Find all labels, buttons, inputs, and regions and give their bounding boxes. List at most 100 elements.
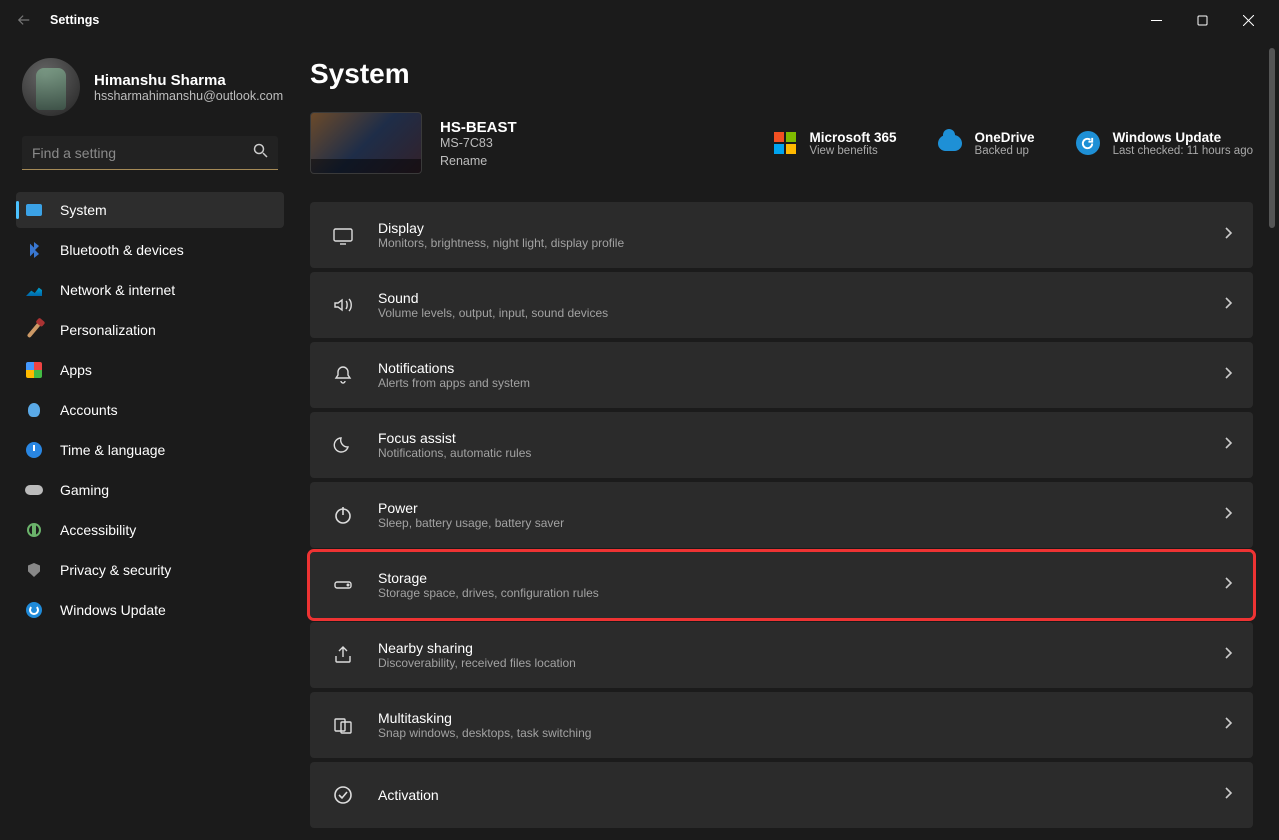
row-title: Multitasking bbox=[378, 710, 591, 726]
settings-row-sound[interactable]: Sound Volume levels, output, input, soun… bbox=[310, 272, 1253, 338]
row-sub: Discoverability, received files location bbox=[378, 656, 576, 670]
settings-row-activation[interactable]: Activation bbox=[310, 762, 1253, 828]
device-row: HS-BEAST MS-7C83 Rename Microsoft 365Vie… bbox=[310, 112, 1253, 174]
status-sub: View benefits bbox=[810, 145, 897, 157]
sidebar-item-label: Time & language bbox=[60, 442, 165, 458]
device-model: MS-7C83 bbox=[440, 136, 517, 150]
settings-row-display[interactable]: Display Monitors, brightness, night ligh… bbox=[310, 202, 1253, 268]
window-controls bbox=[1133, 4, 1271, 36]
minimize-button[interactable] bbox=[1133, 4, 1179, 36]
sidebar-item-network-internet[interactable]: Network & internet bbox=[16, 272, 284, 308]
microsoft-logo-icon bbox=[772, 130, 798, 156]
search-box[interactable] bbox=[22, 136, 278, 170]
row-sub: Sleep, battery usage, battery saver bbox=[378, 516, 564, 530]
chevron-right-icon bbox=[1224, 786, 1233, 805]
sidebar-item-gaming[interactable]: Gaming bbox=[16, 472, 284, 508]
status-title: Windows Update bbox=[1113, 130, 1253, 145]
chevron-right-icon bbox=[1224, 436, 1233, 455]
moon-icon bbox=[330, 432, 356, 458]
row-sub: Volume levels, output, input, sound devi… bbox=[378, 306, 608, 320]
status-card-onedrive[interactable]: OneDriveBacked up bbox=[937, 130, 1035, 157]
personalization-icon bbox=[24, 320, 44, 340]
avatar bbox=[22, 58, 80, 116]
status-sub: Backed up bbox=[975, 145, 1035, 157]
settings-row-power[interactable]: Power Sleep, battery usage, battery save… bbox=[310, 482, 1253, 548]
chevron-right-icon bbox=[1224, 296, 1233, 315]
nav-list: System Bluetooth & devices Network & inter… bbox=[16, 192, 284, 628]
multitask-icon bbox=[330, 712, 356, 738]
sidebar-item-label: System bbox=[60, 202, 107, 218]
cloud-icon bbox=[937, 130, 963, 156]
search-input[interactable] bbox=[32, 145, 253, 161]
status-title: OneDrive bbox=[975, 130, 1035, 145]
sidebar-item-label: Accounts bbox=[60, 402, 118, 418]
sidebar-item-accounts[interactable]: Accounts bbox=[16, 392, 284, 428]
sidebar-item-system[interactable]: System bbox=[16, 192, 284, 228]
sidebar-item-accessibility[interactable]: Accessibility bbox=[16, 512, 284, 548]
sidebar-item-label: Bluetooth & devices bbox=[60, 242, 184, 258]
row-title: Notifications bbox=[378, 360, 530, 376]
chevron-right-icon bbox=[1224, 646, 1233, 665]
profile-name: Himanshu Sharma bbox=[94, 72, 283, 89]
back-button[interactable] bbox=[8, 4, 40, 36]
row-title: Storage bbox=[378, 570, 599, 586]
apps-icon bbox=[24, 360, 44, 380]
settings-rows: Display Monitors, brightness, night ligh… bbox=[310, 202, 1253, 828]
windows-update-icon bbox=[24, 600, 44, 620]
sidebar-item-windows-update[interactable]: Windows Update bbox=[16, 592, 284, 628]
row-title: Activation bbox=[378, 787, 439, 803]
sidebar-item-apps[interactable]: Apps bbox=[16, 352, 284, 388]
device-name: HS-BEAST bbox=[440, 119, 517, 136]
chevron-right-icon bbox=[1224, 366, 1233, 385]
bell-icon bbox=[330, 362, 356, 388]
row-title: Sound bbox=[378, 290, 608, 306]
sidebar-item-label: Privacy & security bbox=[60, 562, 171, 578]
search-icon bbox=[253, 143, 268, 163]
maximize-button[interactable] bbox=[1179, 4, 1225, 36]
sidebar-item-label: Gaming bbox=[60, 482, 109, 498]
page-title: System bbox=[310, 58, 1253, 90]
row-sub: Monitors, brightness, night light, displ… bbox=[378, 236, 624, 250]
sidebar-item-label: Network & internet bbox=[60, 282, 175, 298]
desktop-thumbnail[interactable] bbox=[310, 112, 422, 174]
sidebar: Himanshu Sharma hssharmahimanshu@outlook… bbox=[0, 40, 300, 840]
chevron-right-icon bbox=[1224, 576, 1233, 595]
rename-link[interactable]: Rename bbox=[440, 154, 517, 168]
power-icon bbox=[330, 502, 356, 528]
sidebar-item-label: Personalization bbox=[60, 322, 156, 338]
status-card-windows-update[interactable]: Windows UpdateLast checked: 11 hours ago bbox=[1075, 130, 1253, 157]
window-title: Settings bbox=[50, 13, 99, 27]
row-sub: Snap windows, desktops, task switching bbox=[378, 726, 591, 740]
sound-icon bbox=[330, 292, 356, 318]
drive-icon bbox=[330, 572, 356, 598]
row-sub: Storage space, drives, configuration rul… bbox=[378, 586, 599, 600]
sidebar-item-personalization[interactable]: Personalization bbox=[16, 312, 284, 348]
share-icon bbox=[330, 642, 356, 668]
sidebar-item-time-language[interactable]: Time & language bbox=[16, 432, 284, 468]
time-language-icon bbox=[24, 440, 44, 460]
chevron-right-icon bbox=[1224, 226, 1233, 245]
settings-row-focus-assist[interactable]: Focus assist Notifications, automatic ru… bbox=[310, 412, 1253, 478]
sidebar-item-bluetooth-devices[interactable]: Bluetooth & devices bbox=[16, 232, 284, 268]
row-title: Nearby sharing bbox=[378, 640, 576, 656]
chevron-right-icon bbox=[1224, 716, 1233, 735]
settings-row-notifications[interactable]: Notifications Alerts from apps and syste… bbox=[310, 342, 1253, 408]
profile-block[interactable]: Himanshu Sharma hssharmahimanshu@outlook… bbox=[22, 58, 284, 116]
row-title: Power bbox=[378, 500, 564, 516]
gaming-icon bbox=[24, 480, 44, 500]
scrollbar[interactable] bbox=[1269, 48, 1275, 228]
sidebar-item-label: Accessibility bbox=[60, 522, 136, 538]
settings-row-multitasking[interactable]: Multitasking Snap windows, desktops, tas… bbox=[310, 692, 1253, 758]
close-button[interactable] bbox=[1225, 4, 1271, 36]
row-sub: Alerts from apps and system bbox=[378, 376, 530, 390]
sidebar-item-privacy-security[interactable]: Privacy & security bbox=[16, 552, 284, 588]
settings-row-nearby-sharing[interactable]: Nearby sharing Discoverability, received… bbox=[310, 622, 1253, 688]
main-panel: System HS-BEAST MS-7C83 Rename Microsoft… bbox=[300, 40, 1279, 840]
display-icon bbox=[330, 222, 356, 248]
status-card-microsoft-[interactable]: Microsoft 365View benefits bbox=[772, 130, 897, 157]
bluetooth-icon bbox=[24, 240, 44, 260]
row-title: Display bbox=[378, 220, 624, 236]
sync-icon bbox=[1075, 130, 1101, 156]
settings-row-storage[interactable]: Storage Storage space, drives, configura… bbox=[310, 552, 1253, 618]
profile-email: hssharmahimanshu@outlook.com bbox=[94, 89, 283, 103]
